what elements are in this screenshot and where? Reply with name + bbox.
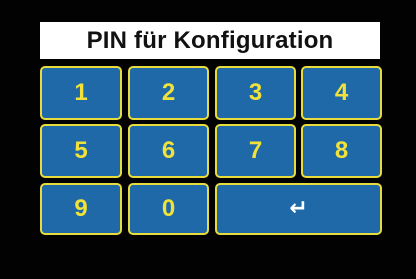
key-3[interactable]: 3	[215, 66, 296, 120]
key-label: 1	[74, 79, 88, 106]
key-label: 6	[161, 137, 176, 164]
key-1[interactable]: 1	[40, 66, 122, 120]
enter-icon: ↵	[289, 196, 308, 221]
key-label: 2	[161, 79, 176, 106]
enter-button[interactable]: ↵	[215, 183, 382, 235]
key-label: 8	[334, 137, 349, 164]
key-5[interactable]: 5	[40, 124, 122, 178]
key-6[interactable]: 6	[128, 124, 209, 178]
title-bar: PIN für Konfiguration	[40, 22, 380, 59]
key-7[interactable]: 7	[215, 124, 296, 178]
key-label: 0	[161, 195, 176, 222]
key-label: 7	[248, 137, 263, 164]
key-label: 3	[248, 79, 263, 106]
key-label: 5	[74, 137, 88, 164]
pin-entry-screen: PIN für Konfiguration 1 2 3 4 5 6 7 8 9 …	[0, 0, 416, 279]
key-8[interactable]: 8	[301, 124, 382, 178]
key-2[interactable]: 2	[128, 66, 209, 120]
key-label: 9	[74, 195, 88, 222]
key-0[interactable]: 0	[128, 183, 209, 235]
key-label: 4	[334, 79, 349, 106]
key-4[interactable]: 4	[301, 66, 382, 120]
key-9[interactable]: 9	[40, 183, 122, 235]
page-title: PIN für Konfiguration	[86, 26, 334, 54]
